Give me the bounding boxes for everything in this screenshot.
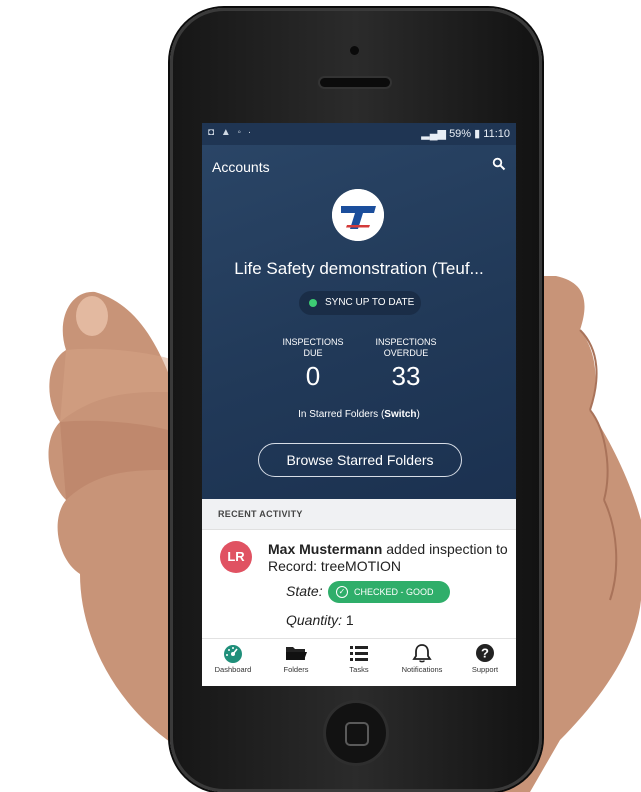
bottom-nav: Dashboard Folders Tasks Notifications ? … [202,638,516,686]
app-screen: ◘ ▲ ◦ · ▂▄▆ 59% ▮ 11:10 Accounts Life Sa… [202,123,516,686]
recent-activity-header: RECENT ACTIVITY [202,499,516,530]
search-icon[interactable] [492,157,506,171]
bell-icon [412,644,432,663]
nav-notifications[interactable]: Notifications [391,643,453,674]
account-name: Life Safety demonstration (Teuf... [234,259,484,278]
accounts-title[interactable]: Accounts [212,159,270,175]
signal-icon: ▂▄▆ [421,128,446,140]
folder-icon [286,647,307,660]
switch-link[interactable]: Switch [384,409,416,420]
battery-level: 59% [449,128,472,140]
stat-label: INSPECTIONS DUE [282,337,344,358]
home-button[interactable] [326,703,386,763]
nav-support[interactable]: ? Support [454,643,516,674]
status-right: ▂▄▆ 59% ▮ 11:10 [421,127,510,140]
nav-label: Folders [283,665,309,674]
activity-item[interactable]: Max Mustermann added inspection to Recor… [268,541,514,575]
home-square-icon [345,722,369,746]
inspections-due-stat[interactable]: INSPECTIONS DUE 0 [268,337,358,392]
quantity-value: 1 [342,612,354,628]
stat-value: 33 [391,361,421,391]
clock: 11:10 [483,128,510,140]
browse-starred-folders-button[interactable]: Browse Starred Folders [258,443,462,477]
avatar: LR [220,541,252,573]
nav-folders[interactable]: Folders [265,643,327,674]
front-camera [350,46,359,55]
stat-label: INSPECTIONS OVERDUE [375,337,437,358]
starred-folders-note: In Starred Folders (Switch) [202,409,516,420]
stat-value: 0 [305,361,321,391]
state-label: State: [286,583,323,599]
inspections-overdue-stat[interactable]: INSPECTIONS OVERDUE 33 [361,337,451,392]
status-bar: ◘ ▲ ◦ · ▂▄▆ 59% ▮ 11:10 [202,123,516,145]
nav-tasks[interactable]: Tasks [328,643,390,674]
state-badge: ✓ CHECKED - GOOD [328,581,450,603]
quantity-row: Quantity: 1 [286,612,354,628]
nav-label: Support [471,665,499,674]
quantity-label: Quantity: [286,612,343,628]
starred-prefix: In Starred Folders ( [298,409,385,420]
list-icon [350,646,368,661]
svg-text:?: ? [481,646,489,661]
account-hero: Accounts Life Safety demonstration (Teuf… [202,145,516,499]
sync-status-label: SYNC UP TO DATE [325,297,415,308]
nav-dashboard[interactable]: Dashboard [202,643,264,674]
notification-icons: ◘ ▲ ◦ · [208,127,254,138]
earpiece-speaker [320,78,390,87]
nav-label: Notifications [401,665,443,674]
dashboard-icon [224,645,242,663]
sync-status-badge: SYNC UP TO DATE [299,291,421,315]
check-circle-icon: ✓ [336,586,348,598]
activity-user: Max Mustermann [268,541,383,557]
company-logo [332,189,384,241]
battery-icon: ▮ [474,128,481,140]
starred-suffix: ) [416,409,420,420]
help-icon: ? [476,644,494,662]
nav-label: Tasks [349,665,369,674]
sync-ok-dot [309,299,317,307]
recent-activity-title: RECENT ACTIVITY [218,509,303,519]
nav-label: Dashboard [214,665,252,674]
state-value: CHECKED - GOOD [354,587,434,597]
